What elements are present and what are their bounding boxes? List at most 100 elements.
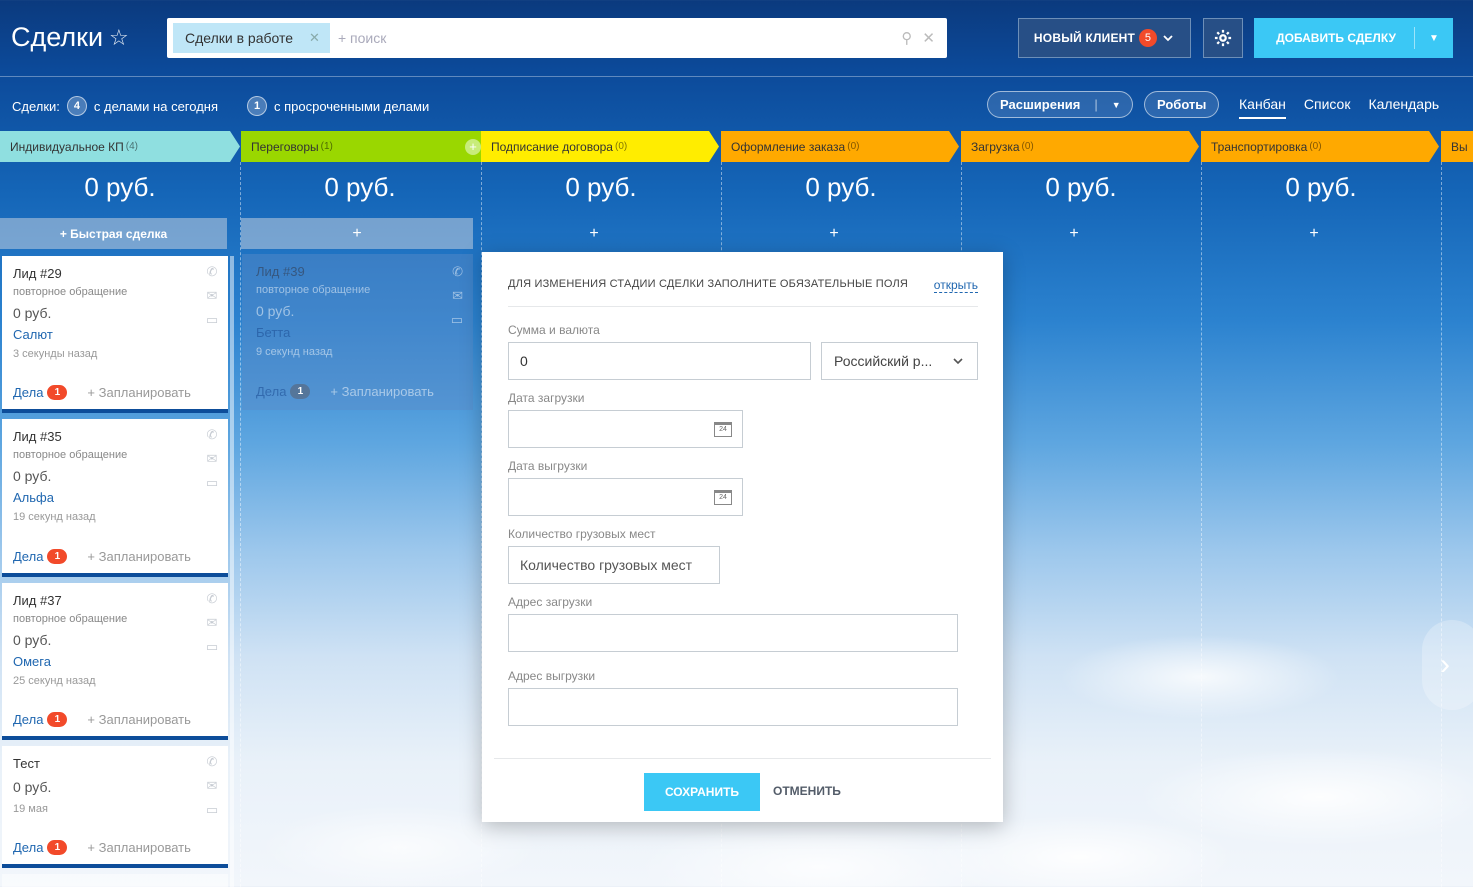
deal-card[interactable]: Лид #29 повторное обращение 0 руб. Салют… [2, 256, 228, 413]
stage-order-processing[interactable]: Оформление заказа (0) [721, 131, 959, 162]
column-sum: 0 руб. [1045, 172, 1117, 202]
add-stage-icon[interactable]: + [465, 138, 481, 155]
plan-link[interactable]: + Запланировать [87, 840, 190, 855]
deals-badge: 1 [47, 385, 68, 400]
phone-icon[interactable]: ✆ [204, 592, 220, 605]
deal-name: Лид #39 [256, 264, 305, 279]
column-sum: 0 руб. [84, 172, 156, 202]
deal-source: повторное обращение [13, 286, 128, 298]
deals-link[interactable]: Дела [13, 549, 43, 564]
chat-icon[interactable]: ▭ [204, 476, 220, 489]
chevron-down-icon [953, 358, 963, 365]
deal-client[interactable]: Омега [13, 654, 51, 669]
stage-contract-signing[interactable]: Подписание договора (0) [481, 131, 719, 162]
calendar-icon[interactable]: 24 [714, 490, 732, 505]
deal-source: повторное обращение [13, 449, 128, 461]
plan-link[interactable]: + Запланировать [87, 712, 190, 727]
deal-time: 19 мая [13, 803, 48, 815]
deal-name[interactable]: Тест [13, 756, 40, 771]
amount-label: Сумма и валюта [508, 323, 600, 337]
new-client-button[interactable]: НОВЫЙ КЛИЕНТ 5 [1018, 18, 1191, 58]
unload-date-input[interactable]: 24 [508, 478, 743, 516]
deal-amount: 0 руб. [13, 468, 52, 484]
cancel-button[interactable]: ОТМЕНИТЬ [773, 784, 841, 798]
deals-link[interactable]: Дела [13, 385, 43, 400]
gear-icon [1214, 29, 1232, 47]
deal-card[interactable]: Лид #35 повторное обращение 0 руб. Альфа… [2, 419, 228, 577]
search-input[interactable]: + поиск [338, 30, 901, 46]
open-link[interactable]: открыть [933, 278, 978, 293]
currency-select[interactable]: Российский р... [821, 342, 978, 380]
robots-button[interactable]: Роботы [1144, 91, 1220, 118]
deal-name[interactable]: Лид #37 [13, 593, 62, 608]
mail-icon[interactable]: ✉ [204, 616, 220, 629]
deal-client[interactable]: Салют [13, 327, 53, 342]
unload-address-input[interactable] [508, 688, 958, 726]
add-deal-button[interactable]: ДОБАВИТЬ СДЕЛКУ ▼ [1254, 18, 1453, 58]
deal-counters: Сделки: 4 с делами на сегодня 1 с просро… [12, 96, 429, 116]
add-deal-column-button[interactable]: + [1201, 218, 1427, 249]
star-icon[interactable]: ☆ [109, 25, 129, 51]
mail-icon[interactable]: ✉ [204, 289, 220, 302]
load-date-input[interactable]: 24 [508, 410, 743, 448]
scrollbar[interactable] [230, 256, 234, 887]
chat-icon[interactable]: ▭ [204, 313, 220, 326]
deals-link[interactable]: Дела [13, 840, 43, 855]
chat-icon[interactable]: ▭ [204, 640, 220, 653]
card-footer: Дела 1 + Запланировать [13, 840, 191, 855]
deal-client[interactable]: Альфа [13, 490, 54, 505]
deals-badge: 1 [47, 840, 68, 855]
add-deal-column-button[interactable]: + [481, 218, 707, 249]
clear-icon[interactable]: ✕ [922, 29, 935, 47]
overdue-label[interactable]: с просроченными делами [274, 99, 429, 114]
stage-next[interactable]: Вы [1441, 131, 1473, 162]
today-count[interactable]: 4 [66, 96, 87, 116]
load-address-input[interactable] [508, 614, 958, 652]
settings-button[interactable] [1203, 18, 1243, 58]
load-date-label: Дата загрузки [508, 391, 585, 405]
tab-kanban[interactable]: Канбан [1239, 96, 1286, 119]
today-label[interactable]: с делами на сегодня [94, 99, 218, 114]
cargo-input[interactable]: Количество грузовых мест [508, 546, 720, 584]
deals-link[interactable]: Дела [13, 712, 43, 727]
deal-name[interactable]: Лид #29 [13, 266, 62, 281]
unload-address-label: Адрес выгрузки [508, 669, 596, 683]
tab-calendar[interactable]: Календарь [1368, 96, 1439, 119]
deal-amount: 0 руб. [13, 632, 52, 648]
chat-icon[interactable]: ▭ [204, 803, 220, 816]
stage-transportation[interactable]: Транспортировка (0) [1201, 131, 1439, 162]
phone-icon[interactable]: ✆ [204, 265, 220, 278]
search-icon[interactable]: ⚲ [901, 29, 912, 47]
search-bar[interactable]: Сделки в работе ✕ + поиск ⚲ ✕ [167, 18, 947, 58]
phone-icon[interactable]: ✆ [204, 428, 220, 441]
deal-name[interactable]: Лид #35 [13, 429, 62, 444]
deal-card[interactable]: Лид #37 повторное обращение 0 руб. Омега… [2, 583, 228, 740]
stage-loading[interactable]: Загрузка (0) [961, 131, 1199, 162]
chip-remove-icon[interactable]: ✕ [309, 30, 320, 46]
calendar-icon[interactable]: 24 [714, 422, 732, 437]
plan-link[interactable]: + Запланировать [87, 385, 190, 400]
quick-deal-button[interactable]: + Быстрая сделка [0, 218, 227, 249]
add-deal-column-button[interactable]: + [961, 218, 1187, 249]
column-sum: 0 руб. [565, 172, 637, 202]
dragged-deal-card[interactable]: Лид #39 повторное обращение 0 руб. Бетта… [242, 254, 473, 410]
scroll-right-arrow-icon[interactable]: › [1422, 620, 1473, 710]
mail-icon[interactable]: ✉ [204, 452, 220, 465]
filter-chip[interactable]: Сделки в работе ✕ [173, 23, 330, 53]
plan-link[interactable]: + Запланировать [87, 549, 190, 564]
deal-card[interactable]: Тест 0 руб. 19 мая ✆ ✉ ▭ Дела 1 + Запланир… [2, 746, 228, 868]
tab-list[interactable]: Список [1304, 96, 1351, 119]
add-deal-dropdown-icon[interactable]: ▼ [1415, 33, 1453, 44]
add-deal-column-button[interactable]: + [721, 218, 947, 249]
overdue-count[interactable]: 1 [247, 96, 267, 116]
add-deal-column-button[interactable]: + [241, 218, 473, 249]
unload-date-label: Дата выгрузки [508, 459, 588, 473]
amount-input[interactable]: 0 [508, 342, 811, 380]
extensions-button[interactable]: Расширения | ▼ [987, 91, 1133, 118]
stage-individual-kp[interactable]: Индивидуальное КП (4) [0, 131, 240, 162]
deal-source: повторное обращение [256, 284, 371, 296]
mail-icon[interactable]: ✉ [204, 779, 220, 792]
stage-negotiations[interactable]: Переговоры (1) + [241, 131, 481, 162]
save-button[interactable]: СОХРАНИТЬ [644, 773, 760, 811]
phone-icon[interactable]: ✆ [204, 755, 220, 768]
